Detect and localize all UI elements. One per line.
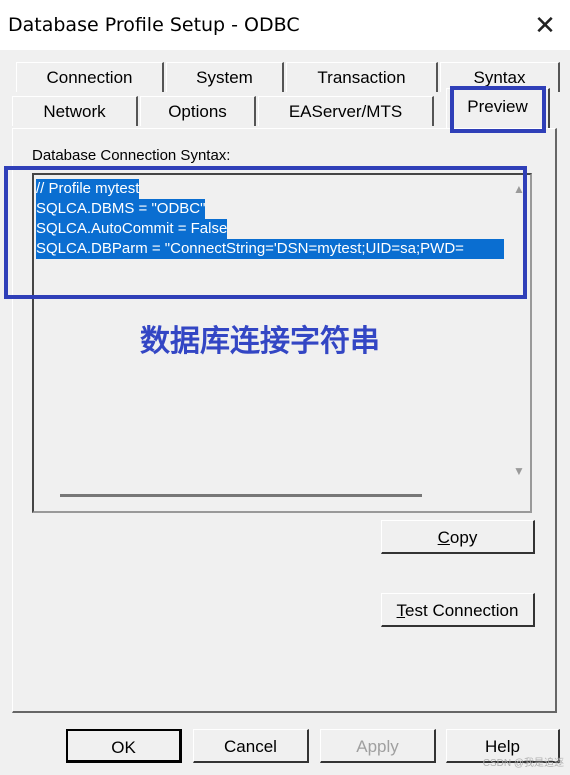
watermark: CSDN @我是追逐 <box>482 758 564 769</box>
cancel-button[interactable]: Cancel <box>193 729 309 763</box>
syntax-highlight <box>4 166 527 299</box>
tab-connection[interactable]: Connection <box>16 62 164 92</box>
tab-network[interactable]: Network <box>12 96 138 126</box>
test-mnemonic: T <box>396 601 406 620</box>
scroll-down-arrow-icon[interactable]: ▼ <box>512 464 526 478</box>
window-title: Database Profile Setup - ODBC <box>8 14 300 36</box>
apply-button[interactable]: Apply <box>320 729 436 763</box>
copy-mnemonic: C <box>437 528 450 547</box>
dialog-window: Database Profile Setup - ODBC ✕ Connecti… <box>0 0 570 775</box>
test-label: est Connection <box>405 601 519 620</box>
test-connection-button[interactable]: Test Connection <box>381 593 535 627</box>
tab-transaction[interactable]: Transaction <box>286 62 438 92</box>
horizontal-scrollbar[interactable] <box>60 494 422 497</box>
close-icon[interactable]: ✕ <box>528 8 562 42</box>
copy-button[interactable]: Copy <box>381 520 535 554</box>
tab-system[interactable]: System <box>166 62 284 92</box>
annotation-text: 数据库连接字符串 <box>140 324 380 359</box>
preview-tab-highlight <box>450 86 546 133</box>
copy-label: opy <box>449 528 478 547</box>
tab-easerver-mts[interactable]: EAServer/MTS <box>258 96 434 126</box>
title-bar: Database Profile Setup - ODBC ✕ <box>0 0 570 50</box>
tab-options[interactable]: Options <box>140 96 256 126</box>
ok-button[interactable]: OK <box>66 729 182 763</box>
syntax-label: Database Connection Syntax: <box>32 147 231 164</box>
